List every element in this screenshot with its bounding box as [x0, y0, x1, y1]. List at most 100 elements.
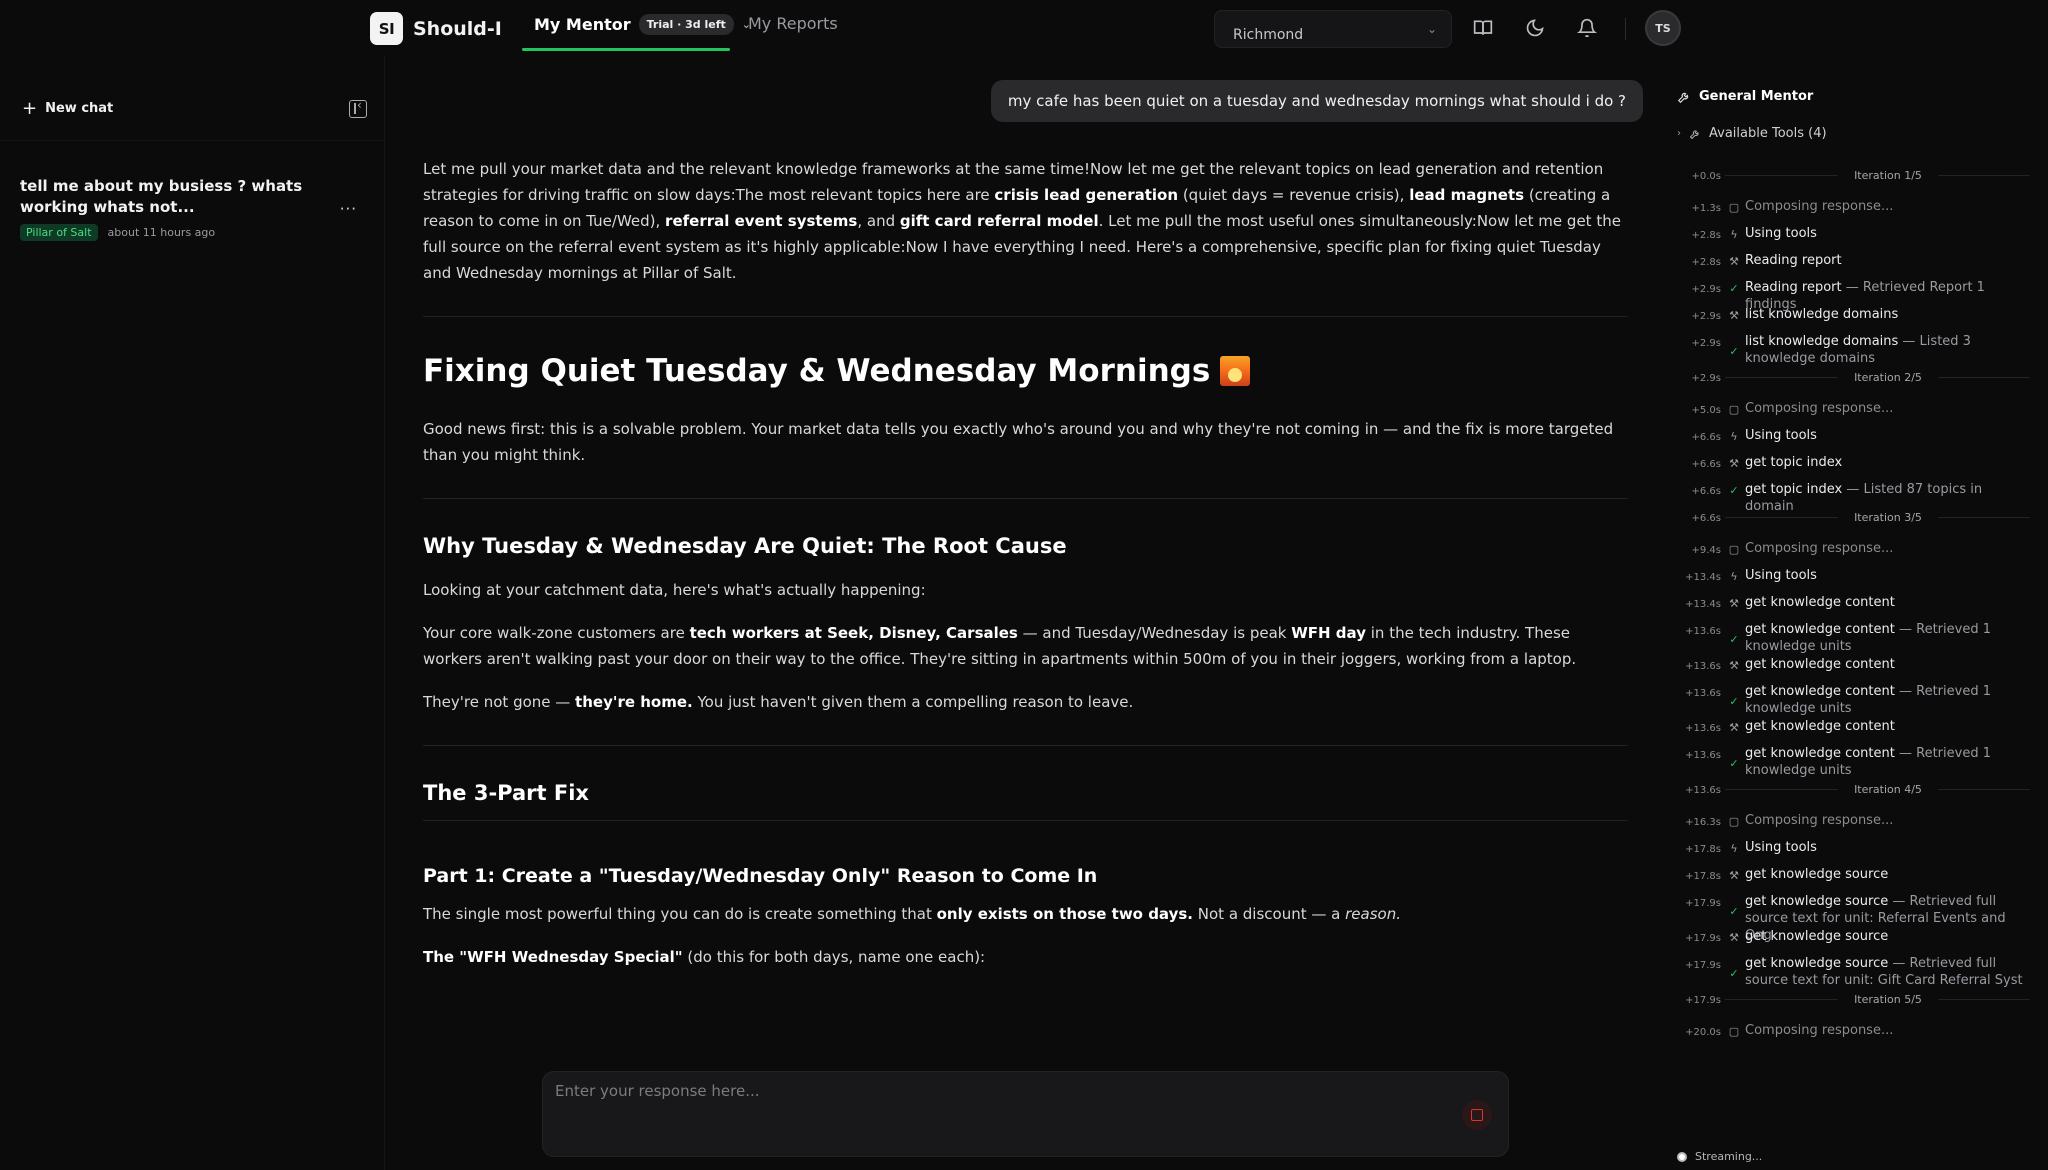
response-input[interactable]: [555, 1080, 1375, 1102]
location-select[interactable]: Richmond ⌄: [1214, 10, 1452, 48]
timeline-text: list knowledge domains — Listed 3 knowle…: [1745, 333, 2030, 367]
not-gone-paragraph: They're not gone — they're home. You jus…: [423, 689, 1628, 715]
intro-paragraph: Let me pull your market data and the rel…: [423, 156, 1628, 286]
iteration-label: Iteration 2/5: [1838, 369, 1938, 386]
timeline-time: +13.4s: [1685, 599, 1721, 610]
more-options-icon[interactable]: ···: [340, 200, 357, 218]
timeline-label: get knowledge content: [1745, 684, 1895, 699]
check-icon: ✓: [1729, 484, 1739, 497]
timeline-label: Using tools: [1745, 568, 1817, 583]
timeline-text: get knowledge content: [1745, 594, 2030, 611]
lightning-icon: ϟ: [1730, 228, 1738, 241]
timeline-label: get knowledge content: [1745, 719, 1895, 734]
check-icon: ✓: [1729, 757, 1739, 770]
timeline-time: +2.8s: [1691, 230, 1722, 241]
timeline-time: +13.6s: [1685, 723, 1721, 734]
check-icon: ✓: [1729, 905, 1739, 918]
text: The single most powerful thing you can d…: [423, 905, 937, 923]
timeline-label: Using tools: [1745, 840, 1817, 855]
activity-panel: General Mentor › Available Tools (4) +0.…: [1663, 56, 2048, 1170]
timeline-label: get knowledge source: [1745, 894, 1889, 909]
timeline-time: +1.3s: [1691, 203, 1722, 214]
bold-text: only exists on those two days.: [936, 905, 1193, 923]
logo[interactable]: SI Should-I: [370, 12, 502, 45]
wrench-icon: ⚒: [1729, 869, 1739, 882]
divider: [423, 820, 1628, 821]
timeline-time: +2.9s: [1691, 284, 1722, 295]
timeline-time: +17.9s: [1685, 995, 1721, 1006]
divider: [0, 140, 385, 141]
bold-text: crisis lead generation: [994, 186, 1179, 204]
trial-badge: Trial · 3d left: [638, 14, 734, 35]
location-value: Richmond: [1233, 27, 1304, 43]
tab-my-mentor-label: My Mentor: [534, 15, 631, 34]
timeline-text: Composing response...: [1745, 198, 2030, 215]
timeline-text: Using tools: [1745, 225, 2030, 242]
timeline-text: get knowledge source: [1745, 928, 2030, 945]
timeline-label: Reading report: [1745, 253, 1842, 268]
panel-title: General Mentor: [1677, 89, 1813, 104]
new-chat-button[interactable]: + New chat: [22, 98, 113, 119]
wrench-icon: ⚒: [1729, 597, 1739, 610]
wrench-icon: [1677, 92, 1689, 103]
timeline-label: get knowledge source: [1745, 956, 1889, 971]
timeline-time: +13.6s: [1685, 626, 1721, 637]
tab-my-reports[interactable]: My Reports: [748, 14, 838, 33]
new-chat-label: New chat: [45, 101, 114, 116]
check-icon: ✓: [1729, 967, 1739, 980]
sunrise-icon: [1220, 356, 1251, 386]
sidebar: + New chat tell me about my busiess ? wh…: [0, 56, 385, 1170]
moon-icon[interactable]: [1523, 16, 1547, 40]
timeline-label: Composing response...: [1745, 541, 1894, 556]
text: — and Tuesday/Wednesday is peak: [1017, 624, 1292, 642]
timeline-label: get topic index: [1745, 482, 1843, 497]
timeline-time: +20.0s: [1685, 1027, 1721, 1038]
available-tools-toggle[interactable]: › Available Tools (4): [1677, 126, 1827, 141]
app-name: Should-I: [413, 17, 502, 40]
special-paragraph: The "WFH Wednesday Special" (do this for…: [423, 944, 1628, 970]
timeline-label: get topic index: [1745, 455, 1843, 470]
timeline-label: list knowledge domains: [1745, 307, 1899, 322]
book-icon[interactable]: [1471, 16, 1495, 40]
wrench-icon: ⚒: [1729, 931, 1739, 944]
timeline-time: +13.6s: [1685, 785, 1721, 796]
active-tab-indicator: [522, 48, 730, 51]
logo-mark: SI: [370, 12, 403, 45]
chat-list-item[interactable]: tell me about my busiess ? whats working…: [20, 176, 365, 241]
bold-text: The "WFH Wednesday Special": [423, 948, 683, 966]
timeline-time: +6.6s: [1691, 513, 1722, 524]
divider: [423, 498, 1628, 499]
text: , and: [857, 212, 900, 230]
wrench-icon: ⚒: [1729, 721, 1739, 734]
timeline-text: get knowledge content — Retrieved 1 know…: [1745, 621, 2030, 655]
avatar[interactable]: TS: [1645, 10, 1681, 46]
timeline-time: +13.4s: [1685, 572, 1721, 583]
bold-text: lead magnets: [1409, 186, 1525, 204]
tab-my-mentor[interactable]: My Mentor Trial · 3d left ⌄: [534, 14, 751, 35]
bold-text: they're home.: [575, 693, 693, 711]
iteration-label: Iteration 4/5: [1838, 781, 1938, 798]
message-composer: [542, 1071, 1509, 1157]
chat-meta: Pillar of Salt about 11 hours ago: [20, 224, 365, 241]
stop-icon: [1471, 1109, 1483, 1121]
timeline-label: get knowledge source: [1745, 929, 1889, 944]
text: (quiet days = revenue crisis),: [1178, 186, 1410, 204]
bold-text: WFH day: [1291, 624, 1366, 642]
stop-button[interactable]: [1462, 1100, 1492, 1130]
message-icon: ▢: [1728, 1025, 1740, 1038]
timeline-text: Composing response...: [1745, 540, 2030, 557]
timeline-text: get knowledge content — Retrieved 1 know…: [1745, 683, 2030, 717]
collapse-sidebar-icon[interactable]: [349, 98, 367, 118]
timeline-text: get knowledge content: [1745, 718, 2030, 735]
available-tools-label: Available Tools (4): [1709, 126, 1827, 141]
timeline-text: get knowledge source: [1745, 866, 2030, 883]
heading-text: Fixing Quiet Tuesday & Wednesday Morning…: [423, 353, 1211, 389]
lightning-icon: ϟ: [1730, 842, 1738, 855]
timeline-time: +0.0s: [1691, 171, 1722, 182]
bell-icon[interactable]: [1575, 16, 1599, 40]
timeline-time: +6.6s: [1691, 459, 1722, 470]
good-news-paragraph: Good news first: this is a solvable prob…: [423, 420, 1614, 464]
check-icon: ✓: [1729, 695, 1739, 708]
timeline-label: Composing response...: [1745, 1023, 1894, 1038]
timeline-time: +13.6s: [1685, 688, 1721, 699]
